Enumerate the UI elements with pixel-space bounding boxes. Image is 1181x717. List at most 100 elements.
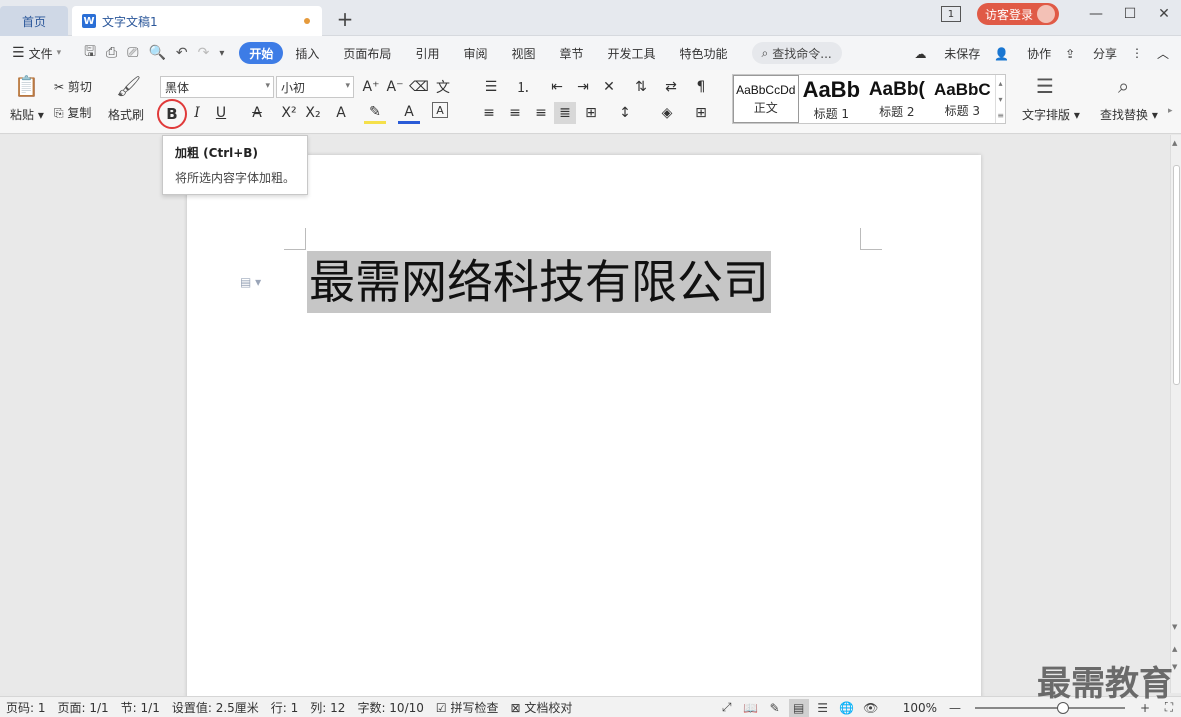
zoom-out-icon[interactable]: — bbox=[945, 699, 965, 717]
file-menu[interactable]: ☰ 文件 ▾ bbox=[0, 42, 73, 64]
maximize-icon[interactable]: ☐ bbox=[1113, 6, 1147, 22]
window-count-icon[interactable]: 1 bbox=[940, 6, 961, 22]
tab-home-ribbon[interactable]: 开始 bbox=[239, 42, 284, 64]
paste-button[interactable]: 粘贴 ▾ bbox=[10, 106, 44, 123]
highlight-color-icon[interactable]: ✎ bbox=[364, 102, 386, 124]
find-replace-icon[interactable]: ⌕ bbox=[1118, 74, 1129, 98]
web-view-icon[interactable]: 🌐 bbox=[837, 699, 857, 717]
align-left-icon[interactable]: ≡ bbox=[478, 102, 500, 124]
collab-button[interactable]: 👤 协作 bbox=[994, 45, 1051, 62]
text-layout-icon[interactable]: ☰ bbox=[1036, 74, 1054, 98]
paste-icon[interactable]: 📋 bbox=[14, 74, 39, 98]
bullet-list-icon[interactable]: ☰ bbox=[480, 76, 502, 98]
cut-button[interactable]: ✂ 剪切 bbox=[54, 78, 92, 95]
strikethrough-icon[interactable]: A bbox=[246, 102, 268, 124]
print-preview-icon[interactable]: 🔍 bbox=[143, 45, 170, 61]
sort-icon[interactable]: ⇅ bbox=[630, 76, 652, 98]
align-right-icon[interactable]: ≡ bbox=[530, 102, 552, 124]
gallery-scroll[interactable]: ▴ ▾ ≡ bbox=[995, 75, 1005, 123]
distributed-icon[interactable]: ⊞ bbox=[580, 102, 602, 124]
collapse-ribbon-icon[interactable]: ︿ bbox=[1157, 45, 1169, 62]
paragraph-options-icon[interactable]: ▤ ▾ bbox=[240, 275, 261, 289]
doc-proof-button[interactable]: ⊠ 文档校对 bbox=[504, 699, 578, 716]
save-icon[interactable]: 🖫 bbox=[79, 41, 101, 65]
tab-home[interactable]: 首页 bbox=[0, 6, 68, 36]
line-spacing-icon[interactable]: ↕ bbox=[614, 102, 636, 124]
tab-document[interactable]: W 文字文稿1 bbox=[72, 6, 322, 36]
text-effect-icon[interactable]: A bbox=[330, 102, 352, 124]
redo-icon[interactable]: ↷ bbox=[193, 45, 215, 61]
style-heading-3[interactable]: AaBbC 标题 3 bbox=[930, 75, 996, 123]
eye-protection-icon[interactable]: 👁 bbox=[861, 699, 881, 717]
fullscreen-icon[interactable]: ⤢ bbox=[717, 699, 737, 717]
grow-font-icon[interactable]: A⁺ bbox=[360, 76, 382, 98]
tab-insert[interactable]: 插入 bbox=[283, 42, 331, 64]
font-color-icon[interactable]: A bbox=[398, 102, 420, 124]
minimize-icon[interactable]: — bbox=[1079, 6, 1113, 22]
scroll-thumb[interactable] bbox=[1173, 165, 1180, 385]
numbered-list-icon[interactable]: ⒈ bbox=[512, 76, 534, 98]
status-page-number[interactable]: 页码: 1 bbox=[0, 699, 52, 716]
format-painter-icon[interactable]: 🖌 bbox=[116, 74, 141, 98]
chevron-up-icon[interactable]: ▴ bbox=[999, 79, 1003, 88]
more-icon[interactable]: ⋮ bbox=[1131, 46, 1143, 60]
unsaved-button[interactable]: ☁ 未保存 bbox=[914, 45, 980, 62]
tab-references[interactable]: 引用 bbox=[403, 42, 451, 64]
tab-special[interactable]: 特色功能 bbox=[668, 42, 740, 64]
login-button[interactable]: 访客登录 bbox=[976, 3, 1059, 25]
superscript-icon[interactable]: X² bbox=[278, 102, 300, 124]
tab-review[interactable]: 审阅 bbox=[451, 42, 499, 64]
chinese-layout-icon[interactable]: ✕ bbox=[598, 76, 620, 98]
justify-icon[interactable]: ≣ bbox=[554, 102, 576, 124]
page-view-icon[interactable]: ▤ bbox=[788, 698, 809, 717]
align-center-icon[interactable]: ≡ bbox=[504, 102, 526, 124]
underline-button[interactable]: U bbox=[210, 102, 232, 124]
tab-page-layout[interactable]: 页面布局 bbox=[331, 42, 403, 64]
print-icon[interactable]: ⎚ bbox=[122, 45, 143, 61]
tab-view[interactable]: 视图 bbox=[499, 42, 547, 64]
new-tab-button[interactable]: + bbox=[334, 7, 356, 31]
text-direction-icon[interactable]: ⇄ bbox=[660, 76, 682, 98]
scroll-up-icon[interactable]: ▲ bbox=[1172, 139, 1177, 147]
shading-icon[interactable]: ◈ bbox=[656, 102, 678, 124]
style-heading-2[interactable]: AaBb( 标题 2 bbox=[864, 75, 930, 123]
show-marks-icon[interactable]: ¶ bbox=[690, 76, 712, 98]
style-normal[interactable]: AaBbCcDd 正文 bbox=[733, 75, 799, 123]
shrink-font-icon[interactable]: A⁻ bbox=[384, 76, 406, 98]
command-search[interactable]: ⌕ 查找命令... bbox=[751, 42, 842, 64]
customize-toolbar-icon[interactable]: ▾ bbox=[214, 48, 229, 59]
text-layout-button[interactable]: 文字排版 ▾ bbox=[1022, 106, 1080, 123]
format-painter-button[interactable]: 格式刷 bbox=[108, 106, 144, 123]
selected-document-text[interactable]: 最需网络科技有限公司 bbox=[307, 251, 771, 313]
chevron-down-icon[interactable]: ▾ bbox=[999, 95, 1003, 104]
font-name-select[interactable]: 黑体 ▾ bbox=[160, 76, 274, 98]
italic-button[interactable]: I bbox=[186, 102, 208, 124]
prev-page-icon[interactable]: ▲ bbox=[1172, 645, 1177, 653]
copy-button[interactable]: ⎘ 复制 bbox=[54, 104, 91, 121]
char-border-icon[interactable]: A bbox=[432, 102, 448, 118]
find-replace-button[interactable]: 查找替换 ▾ bbox=[1100, 106, 1158, 123]
zoom-slider[interactable] bbox=[975, 701, 1125, 714]
phonetic-guide-icon[interactable]: 文 bbox=[432, 76, 454, 98]
borders-icon[interactable]: ⊞ bbox=[690, 102, 712, 124]
style-heading-1[interactable]: AaBb 标题 1 bbox=[799, 75, 865, 123]
increase-indent-icon[interactable]: ⇥ bbox=[572, 76, 594, 98]
chevron-right-icon[interactable]: ▸ bbox=[1168, 106, 1173, 116]
undo-icon[interactable]: ↶ bbox=[171, 45, 193, 61]
document-page[interactable]: ▤ ▾ 最需网络科技有限公司 bbox=[187, 155, 981, 700]
spell-check-button[interactable]: ☑ 拼写检查 bbox=[430, 699, 505, 716]
reading-mode-icon[interactable]: 📖 bbox=[741, 699, 761, 717]
font-size-select[interactable]: 小初 ▾ bbox=[276, 76, 354, 98]
tab-chapter[interactable]: 章节 bbox=[547, 42, 595, 64]
tab-developer[interactable]: 开发工具 bbox=[596, 42, 668, 64]
zoom-level[interactable]: 100% bbox=[897, 701, 943, 715]
gallery-more-icon[interactable]: ≡ bbox=[997, 111, 1004, 120]
export-pdf-icon[interactable]: ⎙ bbox=[101, 45, 122, 61]
edit-mode-icon[interactable]: ✎ bbox=[765, 699, 785, 717]
close-icon[interactable]: ✕ bbox=[1147, 6, 1181, 22]
clear-format-icon[interactable]: ⌫ bbox=[408, 76, 430, 98]
vertical-scrollbar[interactable]: ▲ ▼ ▲ ▼ bbox=[1170, 135, 1181, 693]
bold-button[interactable]: B bbox=[157, 99, 187, 129]
subscript-icon[interactable]: X₂ bbox=[302, 102, 324, 124]
decrease-indent-icon[interactable]: ⇤ bbox=[546, 76, 568, 98]
